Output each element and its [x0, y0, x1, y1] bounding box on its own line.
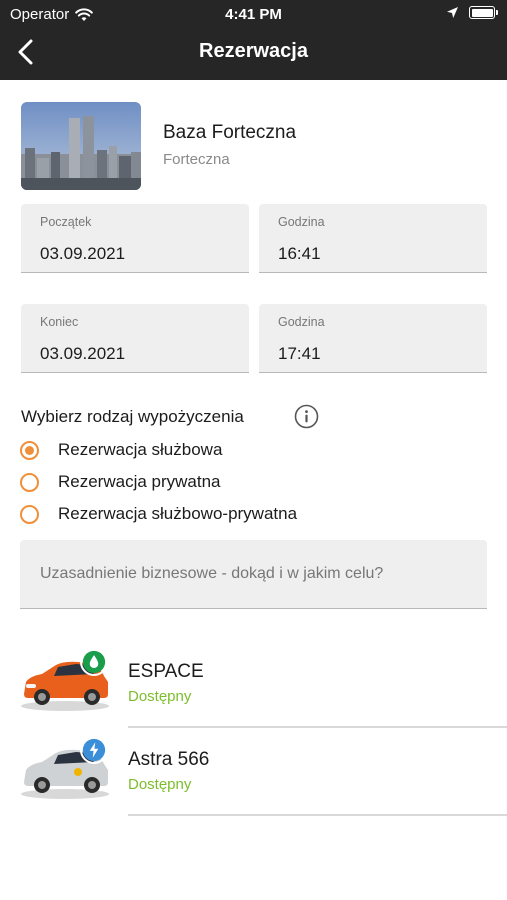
start-date-label: Początek: [40, 215, 92, 229]
radio-option-business-private[interactable]: Rezerwacja służbowo-prywatna: [20, 500, 297, 528]
car-list-item[interactable]: Astra 566 Dostępny: [0, 736, 507, 824]
radio-button[interactable]: [20, 472, 39, 492]
status-bar: Operator 4:41 PM: [0, 0, 507, 28]
battery-icon: [469, 6, 498, 19]
end-time-value: 17:41: [278, 344, 321, 363]
top-bar: Operator 4:41 PM Rezerwacja: [0, 0, 507, 80]
status-right-group: [446, 6, 498, 19]
end-date-value: 03.09.2021: [40, 344, 126, 363]
rental-type-title: Wybierz rodzaj wypożyczenia: [21, 407, 244, 426]
start-time-label: Godzina: [278, 215, 325, 229]
radio-label: Rezerwacja służbowa: [58, 440, 223, 459]
electric-bolt-icon: [80, 736, 108, 764]
car-name: ESPACE: [128, 661, 204, 682]
start-date-value: 03.09.2021: [40, 244, 126, 263]
justification-input[interactable]: Uzasadnienie biznesowe - dokąd i w jakim…: [20, 540, 487, 609]
car-status: Dostępny: [128, 688, 192, 705]
city-skyline-image: [21, 102, 141, 190]
start-date-field[interactable]: Początek 03.09.2021: [21, 204, 249, 273]
fuel-drop-icon: [80, 648, 108, 676]
info-icon[interactable]: [294, 404, 319, 429]
end-date-label: Koniec: [40, 315, 79, 329]
car-status: Dostępny: [128, 776, 192, 793]
radio-button-checked[interactable]: [20, 440, 39, 460]
radio-label: Rezerwacja służbowo-prywatna: [58, 504, 298, 523]
end-time-field[interactable]: Godzina 17:41: [259, 304, 487, 373]
location-subtitle: Forteczna: [163, 151, 230, 168]
divider: [128, 726, 507, 728]
status-time: 4:41 PM: [225, 6, 282, 23]
divider: [128, 814, 507, 816]
radio-option-private[interactable]: Rezerwacja prywatna: [20, 468, 221, 496]
radio-button[interactable]: [20, 504, 39, 524]
location-name: Baza Forteczna: [163, 122, 297, 143]
start-time-field[interactable]: Godzina 16:41: [259, 204, 487, 273]
end-date-field[interactable]: Koniec 03.09.2021: [21, 304, 249, 373]
location-arrow-icon: [447, 7, 458, 18]
start-time-value: 16:41: [278, 244, 321, 263]
car-list-item[interactable]: ESPACE Dostępny: [0, 648, 507, 736]
location-photo: [21, 102, 141, 190]
radio-option-business[interactable]: Rezerwacja służbowa: [20, 436, 222, 464]
car-name: Astra 566: [128, 749, 210, 770]
page-title: Rezerwacja: [199, 40, 308, 62]
end-time-label: Godzina: [278, 315, 325, 329]
justification-placeholder: Uzasadnienie biznesowe - dokąd i w jakim…: [40, 565, 384, 582]
radio-label: Rezerwacja prywatna: [58, 472, 221, 491]
